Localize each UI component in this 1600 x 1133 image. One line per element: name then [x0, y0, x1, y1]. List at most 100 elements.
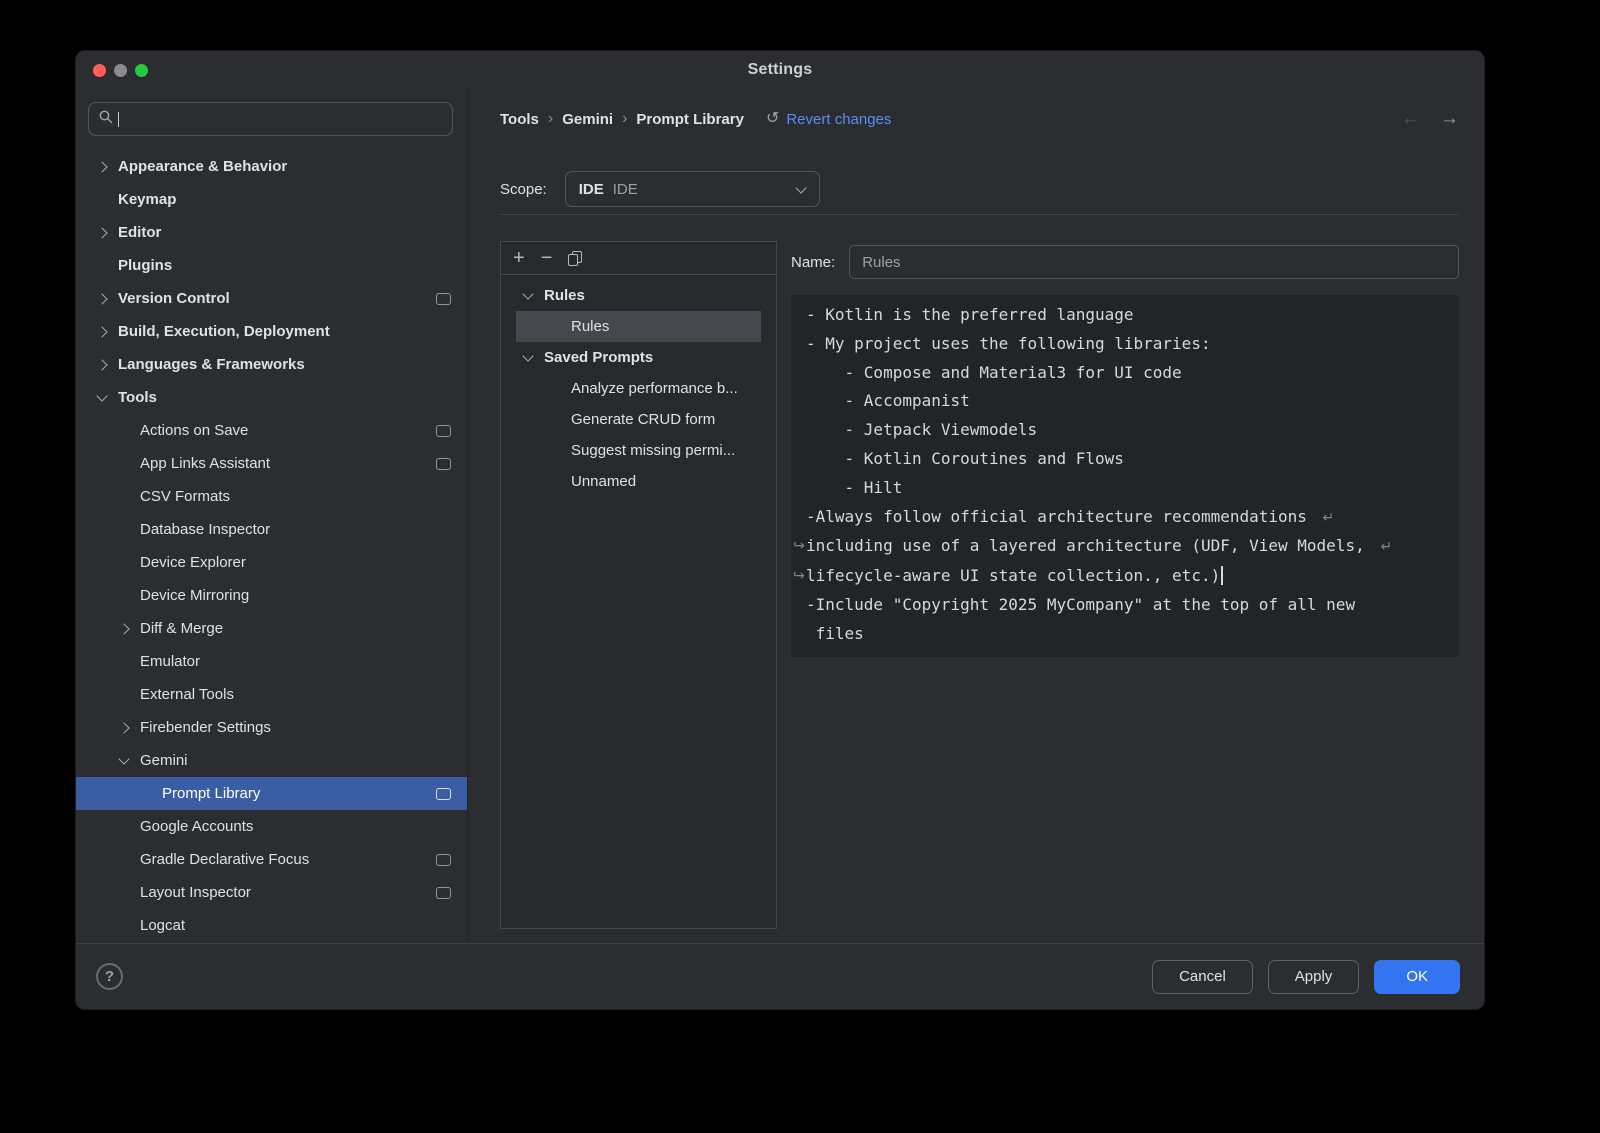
settings-search-input[interactable]: [124, 111, 443, 128]
sidebar-item-diff-merge[interactable]: Diff & Merge: [76, 612, 467, 645]
prompt-list-panel: + − Rules Rules Saved Prompts Analyze pe…: [500, 241, 777, 929]
sidebar-item-label: Appearance & Behavior: [118, 158, 287, 175]
sidebar-item-languages-frameworks[interactable]: Languages & Frameworks: [76, 348, 467, 381]
settings-search-field[interactable]: [88, 102, 453, 136]
desktop-background: Settings Appearance & Behavior: [0, 0, 1600, 1133]
close-window-button[interactable]: [93, 64, 106, 77]
sidebar-item-logcat[interactable]: Logcat: [76, 909, 467, 942]
editor-line: - Kotlin is the preferred language: [806, 301, 1444, 330]
prompt-group-rules[interactable]: Rules: [501, 280, 776, 311]
sidebar-item-csv-formats[interactable]: CSV Formats: [76, 480, 467, 513]
sidebar-item-editor[interactable]: Editor: [76, 216, 467, 249]
editor-line: ↪including use of a layered architecture…: [806, 532, 1444, 562]
text-caret: [1221, 566, 1223, 585]
settings-body: Appearance & Behavior Keymap Editor Plug…: [76, 89, 1484, 943]
sidebar-item-app-links-assistant[interactable]: App Links Assistant: [76, 447, 467, 480]
sidebar-item-label: Device Explorer: [140, 554, 246, 571]
sidebar-item-layout-inspector[interactable]: Layout Inspector: [76, 876, 467, 909]
prompt-item-analyze-performance-b[interactable]: Analyze performance b...: [516, 373, 761, 404]
sidebar-item-appearance-behavior[interactable]: Appearance & Behavior: [76, 150, 467, 183]
navigate-back-button[interactable]: ←: [1401, 108, 1420, 130]
editor-line-text: -Always follow official architecture rec…: [806, 507, 1317, 526]
scope-row: Scope: IDE IDE: [500, 171, 1459, 207]
breadcrumb-prompt-library[interactable]: Prompt Library: [636, 111, 744, 128]
ide-scope-icon: [436, 293, 451, 305]
sidebar-item-device-explorer[interactable]: Device Explorer: [76, 546, 467, 579]
sidebar-item-label: Database Inspector: [140, 521, 270, 538]
add-prompt-button[interactable]: +: [513, 248, 525, 268]
sidebar-item-external-tools[interactable]: External Tools: [76, 678, 467, 711]
settings-header: Tools › Gemini › Prompt Library ↺ Revert…: [500, 106, 1459, 132]
sidebar-item-tools[interactable]: Tools: [76, 381, 467, 414]
prompt-item-suggest-missing-permi[interactable]: Suggest missing permi...: [516, 435, 761, 466]
minimize-window-button[interactable]: [114, 64, 127, 77]
sidebar-item-emulator[interactable]: Emulator: [76, 645, 467, 678]
window-title: Settings: [748, 61, 813, 79]
ide-scope-icon: [436, 458, 451, 470]
sidebar-item-firebender-settings[interactable]: Firebender Settings: [76, 711, 467, 744]
sidebar-item-database-inspector[interactable]: Database Inspector: [76, 513, 467, 546]
chevron-icon: [522, 356, 544, 360]
scope-label: Scope:: [500, 181, 547, 198]
sidebar-item-label: Layout Inspector: [140, 884, 251, 901]
prompt-editor[interactable]: - Kotlin is the preferred language- My p…: [791, 295, 1459, 657]
ok-button[interactable]: OK: [1374, 960, 1460, 994]
sidebar-item-keymap[interactable]: Keymap: [76, 183, 467, 216]
revert-changes-label: Revert changes: [786, 111, 891, 128]
sidebar-item-label: Languages & Frameworks: [118, 356, 305, 373]
editor-line-text: - Hilt: [806, 478, 902, 497]
chevron-icon: [96, 361, 118, 369]
chevron-icon: [522, 294, 544, 298]
remove-prompt-button[interactable]: −: [541, 248, 553, 268]
prompt-item-rules[interactable]: Rules: [516, 311, 761, 342]
editor-line-text: - Kotlin is the preferred language: [806, 305, 1134, 324]
sidebar-item-version-control[interactable]: Version Control: [76, 282, 467, 315]
sidebar-item-prompt-library[interactable]: Prompt Library: [76, 777, 467, 810]
sidebar-item-gradle-declarative-focus[interactable]: Gradle Declarative Focus: [76, 843, 467, 876]
sidebar-item-label: Plugins: [118, 257, 172, 274]
apply-button[interactable]: Apply: [1268, 960, 1360, 994]
history-navigation: ← →: [1401, 108, 1459, 130]
breadcrumb-gemini[interactable]: Gemini: [562, 111, 613, 128]
sidebar-item-gemini[interactable]: Gemini: [76, 744, 467, 777]
breadcrumb-tools[interactable]: Tools: [500, 111, 539, 128]
sidebar-item-actions-on-save[interactable]: Actions on Save: [76, 414, 467, 447]
editor-line: - Kotlin Coroutines and Flows: [806, 445, 1444, 474]
editor-line-text: - Jetpack Viewmodels: [806, 420, 1037, 439]
sidebar-item-label: Gemini: [140, 752, 188, 769]
prompt-tree-label: Suggest missing permi...: [571, 442, 735, 459]
prompt-item-unnamed[interactable]: Unnamed: [516, 466, 761, 497]
sidebar-item-build-execution-deployment[interactable]: Build, Execution, Deployment: [76, 315, 467, 348]
prompt-name-label: Name:: [791, 254, 835, 271]
sidebar-item-plugins[interactable]: Plugins: [76, 249, 467, 282]
chevron-icon: [96, 396, 118, 400]
prompt-item-generate-crud-form[interactable]: Generate CRUD form: [516, 404, 761, 435]
settings-main: Tools › Gemini › Prompt Library ↺ Revert…: [468, 89, 1484, 943]
chevron-icon: [96, 229, 118, 237]
scope-dropdown[interactable]: IDE IDE: [565, 171, 820, 207]
scope-selected-value: IDE: [613, 181, 638, 198]
editor-line-text: including use of a layered architecture …: [806, 536, 1374, 555]
sidebar-item-label: Device Mirroring: [140, 587, 249, 604]
prompt-name-input[interactable]: [849, 245, 1459, 279]
cancel-button[interactable]: Cancel: [1152, 960, 1253, 994]
prompt-tree-label: Generate CRUD form: [571, 411, 715, 428]
prompt-group-saved-prompts[interactable]: Saved Prompts: [501, 342, 776, 373]
soft-wrap-icon: ↵: [1323, 510, 1335, 526]
chevron-icon: [118, 759, 140, 763]
revert-changes-link[interactable]: ↺ Revert changes: [766, 111, 891, 128]
duplicate-prompt-button[interactable]: [568, 251, 581, 266]
help-button[interactable]: ?: [96, 963, 123, 990]
navigate-forward-button[interactable]: →: [1440, 108, 1459, 130]
editor-line-text: files: [806, 624, 864, 643]
sidebar-item-device-mirroring[interactable]: Device Mirroring: [76, 579, 467, 612]
prompt-detail-panel: Name: - Kotlin is the preferred language…: [791, 241, 1459, 929]
prompt-tree: Rules Rules Saved Prompts Analyze perfor…: [501, 275, 776, 928]
ide-scope-icon: [436, 425, 451, 437]
settings-window: Settings Appearance & Behavior: [75, 50, 1485, 1010]
zoom-window-button[interactable]: [135, 64, 148, 77]
titlebar: Settings: [76, 51, 1484, 89]
soft-wrap-icon: ↪: [793, 532, 805, 561]
sidebar-item-google-accounts[interactable]: Google Accounts: [76, 810, 467, 843]
editor-line-text: - Compose and Material3 for UI code: [806, 363, 1182, 382]
